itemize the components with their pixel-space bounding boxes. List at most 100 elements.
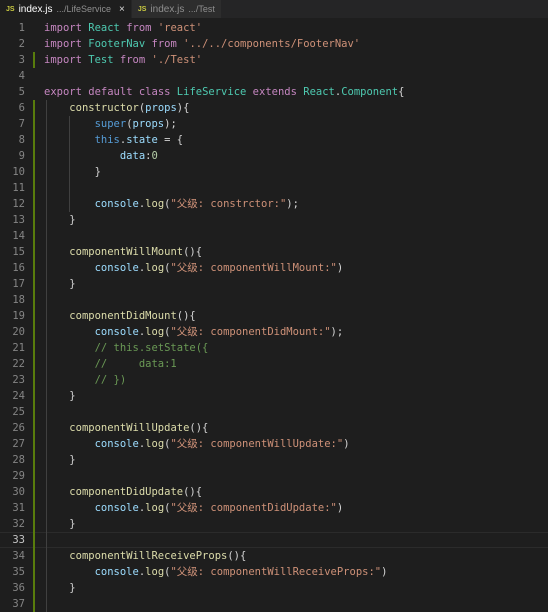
code-text[interactable]: data:0 [44, 148, 158, 164]
code-line[interactable]: 22 // data:1 [0, 356, 548, 372]
code-line[interactable]: 18 [0, 292, 548, 308]
code-text[interactable]: export default class LifeService extends… [44, 84, 404, 100]
code-line[interactable]: 17 } [0, 276, 548, 292]
code-text[interactable]: import FooterNav from '../../components/… [44, 36, 360, 52]
line-number: 12 [12, 198, 25, 210]
code-text[interactable]: componentDidUpdate(){ [44, 484, 202, 500]
code-text[interactable]: } [44, 164, 101, 180]
code-text[interactable]: constructor(props){ [44, 100, 189, 116]
line-number: 15 [12, 246, 25, 258]
close-icon[interactable]: × [119, 4, 125, 15]
code-line[interactable]: 31 console.log("父级: componentDidUpdate:"… [0, 500, 548, 516]
code-line[interactable]: 21 // this.setState({ [0, 340, 548, 356]
line-number: 23 [12, 374, 25, 386]
code-text[interactable]: // }) [44, 372, 127, 388]
indent-guide [46, 100, 47, 612]
code-text[interactable]: super(props); [44, 116, 177, 132]
line-number: 8 [18, 134, 25, 146]
line-number: 4 [18, 70, 25, 82]
code-line[interactable]: 30 componentDidUpdate(){ [0, 484, 548, 500]
code-line[interactable]: 9 data:0 [0, 148, 548, 164]
code-text[interactable]: console.log("父级: componentDidMount:"); [44, 324, 344, 340]
line-number: 37 [12, 598, 25, 610]
code-line[interactable]: 29 [0, 468, 548, 484]
code-text[interactable]: console.log("父级: componentDidUpdate:") [44, 500, 344, 516]
code-editor[interactable]: 1 import React from 'react' 2 import Footer… [0, 18, 548, 612]
code-line[interactable]: 10 } [0, 164, 548, 180]
code-text[interactable]: componentWillReceiveProps(){ [44, 548, 246, 564]
code-text[interactable]: } [44, 388, 75, 404]
line-number: 11 [12, 182, 25, 194]
code-line[interactable]: 23 // }) [0, 372, 548, 388]
code-line[interactable]: 2 import FooterNav from '../../components… [0, 36, 548, 52]
code-text[interactable]: } [44, 580, 75, 596]
indent-guide [69, 116, 70, 212]
line-number: 2 [18, 38, 25, 50]
tab-filename: index.js [18, 3, 53, 15]
code-line[interactable]: 1 import React from 'react' [0, 20, 548, 36]
tab-index-js-test[interactable]: JS index.js .../Test [131, 0, 222, 18]
code-line[interactable]: 14 [0, 228, 548, 244]
tab-index-js-lifeservice[interactable]: JS index.js .../LifeService × [0, 0, 132, 18]
code-line[interactable]: 11 [0, 180, 548, 196]
line-number: 33 [12, 534, 25, 546]
javascript-file-icon: JS [137, 5, 147, 13]
code-line[interactable]: 7 super(props); [0, 116, 548, 132]
line-number: 14 [12, 230, 25, 242]
code-line[interactable]: 19 componentDidMount(){ [0, 308, 548, 324]
code-text[interactable]: } [44, 276, 75, 292]
line-number: 22 [12, 358, 25, 370]
code-line[interactable]: 5 export default class LifeService extend… [0, 84, 548, 100]
code-text[interactable]: import React from 'react' [44, 20, 202, 36]
code-line[interactable]: 28 } [0, 452, 548, 468]
git-modified-gutter-mark [33, 100, 35, 612]
code-text[interactable]: console.log("父级: componentWillReceivePro… [44, 564, 388, 580]
code-line[interactable]: 20 console.log("父级: componentDidMount:")… [0, 324, 548, 340]
line-number: 26 [12, 422, 25, 434]
line-number: 7 [18, 118, 25, 130]
code-line[interactable]: 8 this.state = { [0, 132, 548, 148]
code-text[interactable]: componentDidMount(){ [44, 308, 195, 324]
code-line[interactable]: 16 console.log("父级: componentWillMount:"… [0, 260, 548, 276]
code-line[interactable]: 32 } [0, 516, 548, 532]
line-number: 32 [12, 518, 25, 530]
git-modified-gutter-mark [33, 52, 35, 68]
code-text[interactable]: componentWillUpdate(){ [44, 420, 208, 436]
line-number: 35 [12, 566, 25, 578]
code-line[interactable]: 37 [0, 596, 548, 612]
code-line[interactable]: 24 } [0, 388, 548, 404]
code-text[interactable]: // this.setState({ [44, 340, 209, 356]
line-number: 18 [12, 294, 25, 306]
code-line[interactable]: 12 console.log("父级: constrctor:"); [0, 196, 548, 212]
line-number: 19 [12, 310, 25, 322]
code-line[interactable]: 36 } [0, 580, 548, 596]
code-line[interactable]: 6 constructor(props){ [0, 100, 548, 116]
code-text[interactable]: // data:1 [44, 356, 177, 372]
line-number: 6 [18, 102, 25, 114]
code-line[interactable]: 25 [0, 404, 548, 420]
code-line[interactable]: 4 [0, 68, 548, 84]
code-text[interactable]: console.log("父级: componentWillMount:") [44, 260, 344, 276]
code-line[interactable]: 33 [0, 532, 548, 548]
code-text[interactable]: this.state = { [44, 132, 184, 148]
line-number: 13 [12, 214, 25, 226]
code-line[interactable]: 34 componentWillReceiveProps(){ [0, 548, 548, 564]
code-text[interactable]: console.log("父级: componentWillUpdate:") [44, 436, 350, 452]
line-number: 16 [12, 262, 25, 274]
line-number: 28 [12, 454, 25, 466]
code-text[interactable]: import Test from './Test' [44, 52, 202, 68]
code-text[interactable]: } [44, 212, 75, 228]
code-text[interactable]: componentWillMount(){ [44, 244, 202, 260]
line-number: 20 [12, 326, 25, 338]
code-line[interactable]: 35 console.log("父级: componentWillReceive… [0, 564, 548, 580]
line-number: 25 [12, 406, 25, 418]
code-text[interactable]: } [44, 516, 75, 532]
code-line[interactable]: 26 componentWillUpdate(){ [0, 420, 548, 436]
code-text[interactable]: } [44, 452, 75, 468]
code-line[interactable]: 3 import Test from './Test' [0, 52, 548, 68]
code-line[interactable]: 15 componentWillMount(){ [0, 244, 548, 260]
code-line[interactable]: 13 } [0, 212, 548, 228]
code-text[interactable]: console.log("父级: constrctor:"); [44, 196, 299, 212]
line-number: 9 [18, 150, 25, 162]
code-line[interactable]: 27 console.log("父级: componentWillUpdate:… [0, 436, 548, 452]
